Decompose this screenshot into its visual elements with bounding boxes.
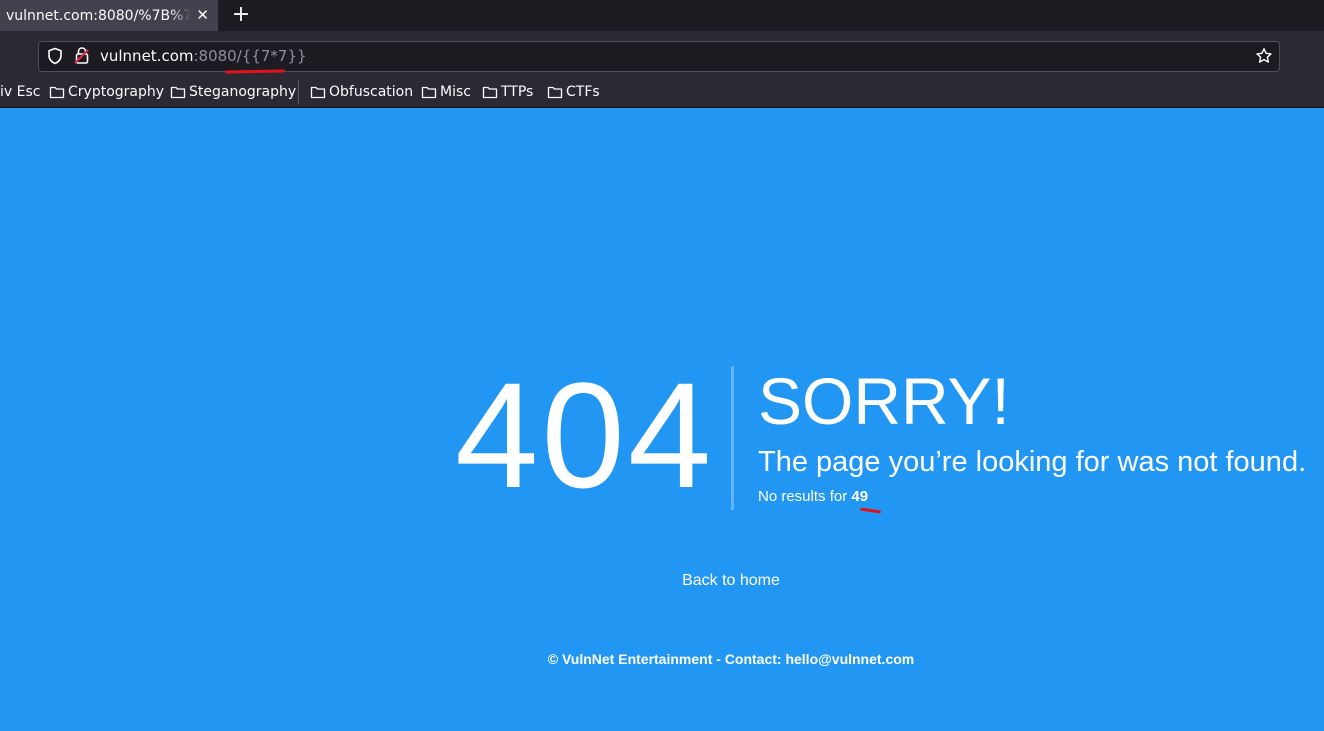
folder-icon — [49, 86, 65, 99]
bookmark-ctfs[interactable]: CTFs — [547, 83, 600, 101]
plus-icon[interactable]: + — [230, 3, 252, 27]
url-text[interactable]: vulnnet.com:8080/{{7*7}} — [100, 47, 307, 65]
vertical-divider — [731, 366, 734, 510]
bookmark-label: CTFs — [566, 84, 600, 100]
bookmark-separator — [298, 80, 299, 104]
bookmark-steganography[interactable]: Steganography — [170, 83, 296, 101]
back-to-home-row: Back to home — [0, 571, 1324, 591]
result-annotation-underline — [859, 507, 882, 514]
shield-icon[interactable] — [46, 47, 64, 65]
bookmark-obfuscation[interactable]: Obfuscation — [310, 83, 413, 101]
folder-icon — [421, 86, 437, 99]
bookmark-cryptography[interactable]: Cryptography — [49, 83, 164, 101]
bookmark-ttps[interactable]: TTPs — [482, 83, 533, 101]
error-message: The page you’re looking for was not foun… — [758, 446, 1307, 478]
bookmark-label: iv Esc — [0, 84, 41, 100]
bookmark-label: Misc — [440, 84, 471, 100]
no-results-value: 49 — [851, 488, 869, 505]
folder-icon — [310, 86, 326, 99]
no-results-text: No results for 49 — [758, 487, 868, 507]
url-payload: {{7*7}} — [241, 47, 307, 65]
bookmark-label: TTPs — [501, 84, 534, 100]
bookmark-priv-esc[interactable]: iv Esc — [0, 83, 40, 101]
lock-icon[interactable] — [73, 46, 91, 66]
url-host: vulnnet.com — [100, 47, 194, 65]
error-code: 404 — [455, 351, 715, 519]
folder-icon — [482, 86, 498, 99]
bookmark-label: Obfuscation — [329, 84, 414, 100]
bookmark-label: Steganography — [189, 84, 297, 100]
close-icon[interactable]: ✕ — [196, 6, 209, 24]
tab-title: vulnnet.com:8080/%7B%7B%7B — [6, 7, 191, 24]
back-to-home-link[interactable]: Back to home — [682, 572, 780, 589]
no-results-prefix: No results for — [758, 488, 852, 505]
folder-icon — [547, 86, 563, 99]
active-tab[interactable]: vulnnet.com:8080/%7B%7B%7B ✕ — [0, 0, 218, 31]
folder-icon — [170, 86, 186, 99]
bookmark-misc[interactable]: Misc — [421, 83, 471, 101]
footer-text: © VulnNet Entertainment - Contact: hello… — [547, 651, 915, 667]
star-icon[interactable] — [1255, 47, 1273, 65]
bookmark-label: Cryptography — [68, 84, 165, 100]
url-port-path: :8080/ — [193, 47, 242, 65]
error-heading: SORRY! — [758, 364, 1010, 438]
